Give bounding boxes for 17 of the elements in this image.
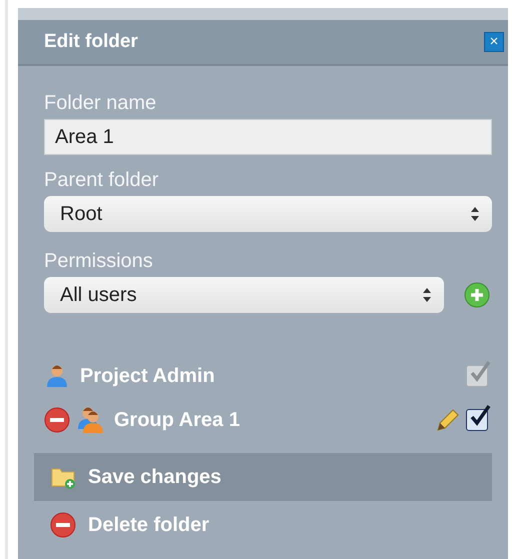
permission-name: Project Admin — [80, 364, 216, 388]
user-icon — [44, 363, 70, 389]
parent-folder-select[interactable]: Root — [44, 196, 492, 232]
group-icon — [78, 407, 104, 433]
field-label: Folder name — [44, 92, 158, 115]
remove-icon[interactable] — [44, 407, 70, 433]
field-label: Parent folder — [44, 169, 160, 192]
delete-icon — [50, 512, 76, 538]
updown-arrows-icon — [470, 206, 480, 222]
permission-name: Group Area 1 — [114, 408, 241, 432]
dialog-title: Edit folder — [44, 31, 138, 53]
add-icon[interactable] — [464, 282, 490, 308]
close-button[interactable]: × — [484, 32, 504, 52]
field-label: Permissions — [44, 250, 154, 273]
folder-name-field[interactable]: Area 1 — [44, 119, 492, 155]
permissions-select[interactable]: All users — [44, 277, 444, 313]
updown-arrows-icon — [422, 287, 432, 303]
